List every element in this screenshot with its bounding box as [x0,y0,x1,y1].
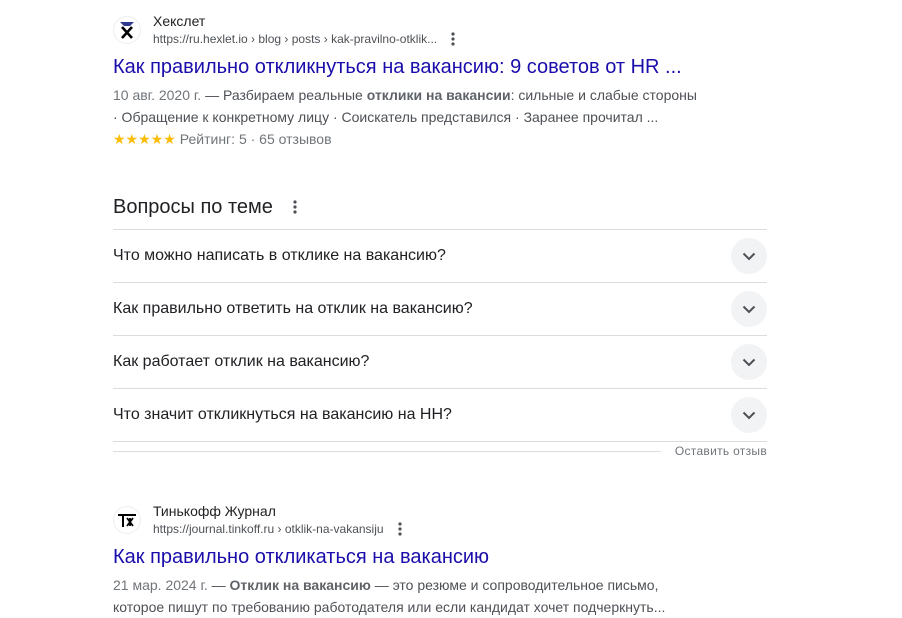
question-text: Что значит откликнуться на вакансию на H… [113,406,452,423]
chevron-down-icon[interactable] [731,238,767,274]
snippet-dash: — [207,577,230,593]
snippet-text: : сильные и слабые стороны [510,87,697,103]
snippet-highlight: Отклик на вакансию [229,577,371,593]
snippet-text: — это резюме и сопроводительное письмо, [370,577,659,593]
result-date: 10 авг. 2020 г. [113,87,202,103]
site-name: Хекслет [153,13,206,29]
snippet-highlight: отклики на вакансии [366,87,511,103]
question-item[interactable]: Что значит откликнуться на вакансию на H… [113,389,767,442]
result-date: 21 мар. 2024 г. [113,577,208,593]
rating-row: ★★★★★ Рейтинг: 5 · 65 отзывов [113,128,733,150]
chevron-down-icon[interactable] [731,291,767,327]
snippet-line2: · Обращение к конкретному лицу · Соискат… [113,109,659,125]
snippet-dash: — [201,87,223,103]
feedback-link[interactable]: Оставить отзыв [675,444,767,458]
more-options-icon[interactable] [392,521,408,537]
result-url: https://ru.hexlet.io › blog › posts › ka… [153,32,438,46]
result-snippet: 21 мар. 2024 г. — Отклик на вакансию — э… [113,574,733,618]
related-questions-title: Вопросы по теме [113,195,273,218]
rating-text: Рейтинг: 5 · 65 отзывов [179,131,332,147]
question-item[interactable]: Как работает отклик на вакансию? [113,336,767,389]
star-rating-icon: ★★★★★ [113,131,176,147]
chevron-down-icon[interactable] [731,397,767,433]
search-result-tinkoff: Тинькофф Журнал https://journal.tinkoff.… [113,502,733,618]
search-result-hexlet: Хекслет https://ru.hexlet.io › blog › po… [113,12,733,150]
question-item[interactable]: Как правильно ответить на отклик на вака… [113,283,767,336]
divider [113,450,661,452]
result-title-link[interactable]: Как правильно откликаться на вакансию [113,544,733,570]
question-text: Как работает отклик на вакансию? [113,353,370,370]
result-title-link[interactable]: Как правильно откликнуться на вакансию: … [113,54,733,80]
snippet-line2: которое пишут по требованию работодателя… [113,599,666,615]
question-item[interactable]: Что можно написать в отклике на вакансию… [113,230,767,283]
more-options-icon[interactable] [287,199,303,215]
result-source[interactable]: Тинькофф Журнал https://journal.tinkoff.… [113,502,733,538]
more-options-icon[interactable] [445,31,461,47]
result-url: https://journal.tinkoff.ru › otklik-na-v… [153,522,384,536]
result-snippet: 10 авг. 2020 г. — Разбираем реальные отк… [113,84,733,128]
tinkoff-favicon-icon [113,506,141,534]
related-questions: Вопросы по теме Что можно написать в отк… [113,190,767,458]
site-name: Тинькофф Журнал [153,503,276,519]
question-text: Как правильно ответить на отклик на вака… [113,300,473,317]
snippet-text: Разбираем реальные [222,87,367,103]
chevron-down-icon[interactable] [731,344,767,380]
question-text: Что можно написать в отклике на вакансию… [113,247,446,264]
result-source[interactable]: Хекслет https://ru.hexlet.io › blog › po… [113,12,733,48]
hexlet-favicon-icon [113,16,141,44]
